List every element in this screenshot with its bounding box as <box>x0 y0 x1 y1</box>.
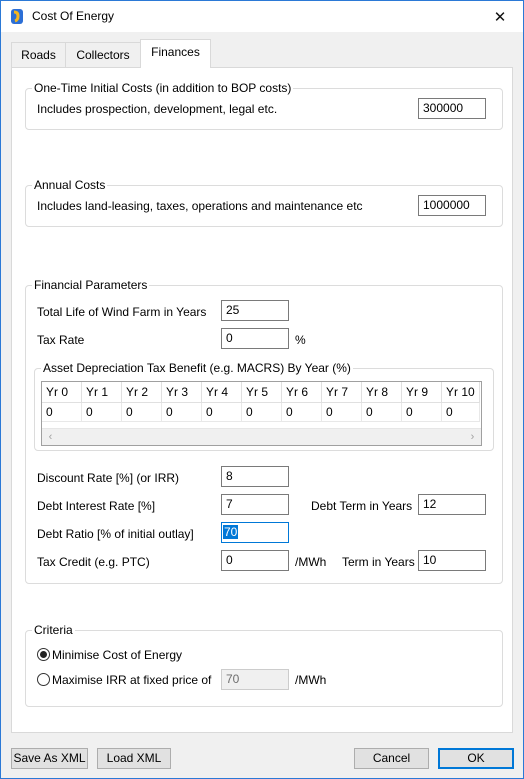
header-yr-1: Yr 1 <box>82 382 122 403</box>
fixed-price-unit: /MWh <box>295 673 327 687</box>
minimise-cost-label[interactable]: Minimise Cost of Energy <box>52 648 182 662</box>
tax-rate-label: Tax Rate <box>37 333 85 347</box>
scroll-right-icon[interactable]: › <box>464 430 481 445</box>
header-yr-3: Yr 3 <box>162 382 202 403</box>
debt-interest-label: Debt Interest Rate [%] <box>37 499 156 513</box>
cell-yr-1[interactable]: 0 <box>82 403 122 422</box>
cell-yr-7[interactable]: 0 <box>322 403 362 422</box>
discount-rate-input[interactable]: 8 <box>221 466 289 487</box>
finances-panel: One-Time Initial Costs (in addition to B… <box>11 67 513 733</box>
annual-costs-label: Includes land-leasing, taxes, operations… <box>37 199 363 213</box>
header-yr-9: Yr 9 <box>402 382 442 403</box>
header-yr-7: Yr 7 <box>322 382 362 403</box>
cell-yr-9[interactable]: 0 <box>402 403 442 422</box>
cell-yr-8[interactable]: 0 <box>362 403 402 422</box>
radio-selected-dot <box>40 651 47 658</box>
depreciation-title: Asset Depreciation Tax Benefit (e.g. MAC… <box>41 361 353 375</box>
credit-term-input[interactable]: 10 <box>418 550 486 571</box>
tax-credit-unit: /MWh <box>295 555 327 569</box>
debt-ratio-selected-text: 70 <box>223 525 239 539</box>
header-yr-8: Yr 8 <box>362 382 402 403</box>
header-yr-5: Yr 5 <box>242 382 282 403</box>
annual-costs-title: Annual Costs <box>32 178 108 192</box>
tax-credit-input[interactable]: 0 <box>221 550 289 571</box>
annual-costs-input[interactable]: 1000000 <box>418 195 486 216</box>
cell-yr-0[interactable]: 0 <box>42 403 82 422</box>
debt-term-label: Debt Term in Years <box>311 499 413 513</box>
horizontal-scrollbar[interactable]: ‹ › <box>42 428 481 445</box>
tax-rate-input[interactable]: 0 <box>221 328 289 349</box>
depreciation-value-row: 0 0 0 0 0 0 0 0 0 0 0 <box>42 403 480 422</box>
app-icon <box>11 9 23 24</box>
debt-ratio-label: Debt Ratio [% of initial outlay] <box>37 527 194 541</box>
tab-finances[interactable]: Finances <box>140 39 211 68</box>
one-time-costs-label: Includes prospection, development, legal… <box>37 102 278 116</box>
window-title: Cost Of Energy <box>32 9 115 23</box>
header-yr-2: Yr 2 <box>122 382 162 403</box>
header-yr-0: Yr 0 <box>42 382 82 403</box>
tax-credit-label: Tax Credit (e.g. PTC) <box>37 555 150 569</box>
financial-parameters-title: Financial Parameters <box>32 278 150 292</box>
cost-of-energy-dialog: Cost Of Energy ✕ Roads Collectors Financ… <box>0 0 524 779</box>
header-yr-4: Yr 4 <box>202 382 242 403</box>
farm-life-label: Total Life of Wind Farm in Years <box>37 305 207 319</box>
cell-yr-2[interactable]: 0 <box>122 403 162 422</box>
cancel-button[interactable]: Cancel <box>354 748 429 769</box>
one-time-costs-input[interactable]: 300000 <box>418 98 486 119</box>
minimise-cost-radio[interactable] <box>37 648 50 661</box>
debt-ratio-input[interactable]: 70 <box>221 522 289 543</box>
close-icon[interactable]: ✕ <box>477 1 523 32</box>
header-yr-10: Yr 10 <box>442 382 480 403</box>
cell-yr-5[interactable]: 0 <box>242 403 282 422</box>
criteria-title: Criteria <box>32 623 75 637</box>
maximise-irr-radio[interactable] <box>37 673 50 686</box>
header-yr-6: Yr 6 <box>282 382 322 403</box>
cell-yr-6[interactable]: 0 <box>282 403 322 422</box>
title-bar: Cost Of Energy ✕ <box>1 1 523 32</box>
load-xml-button[interactable]: Load XML <box>97 748 171 769</box>
credit-term-label: Term in Years <box>342 555 415 569</box>
save-as-xml-button[interactable]: Save As XML <box>11 748 88 769</box>
maximise-irr-label[interactable]: Maximise IRR at fixed price of <box>52 673 211 687</box>
cell-yr-4[interactable]: 0 <box>202 403 242 422</box>
cell-yr-3[interactable]: 0 <box>162 403 202 422</box>
debt-term-input[interactable]: 12 <box>418 494 486 515</box>
tax-rate-unit: % <box>295 333 306 347</box>
depreciation-table[interactable]: Yr 0 Yr 1 Yr 2 Yr 3 Yr 4 Yr 5 Yr 6 Yr 7 … <box>41 381 482 446</box>
cell-yr-10[interactable]: 0 <box>442 403 480 422</box>
discount-rate-label: Discount Rate [%] (or IRR) <box>37 471 180 485</box>
tab-collectors[interactable]: Collectors <box>65 42 141 67</box>
fixed-price-input: 70 <box>221 669 289 690</box>
scroll-left-icon[interactable]: ‹ <box>42 430 59 445</box>
ok-button[interactable]: OK <box>438 748 514 769</box>
debt-interest-input[interactable]: 7 <box>221 494 289 515</box>
depreciation-header-row: Yr 0 Yr 1 Yr 2 Yr 3 Yr 4 Yr 5 Yr 6 Yr 7 … <box>42 382 480 403</box>
one-time-costs-title: One-Time Initial Costs (in addition to B… <box>32 81 294 95</box>
tab-roads[interactable]: Roads <box>11 42 66 67</box>
farm-life-input[interactable]: 25 <box>221 300 289 321</box>
